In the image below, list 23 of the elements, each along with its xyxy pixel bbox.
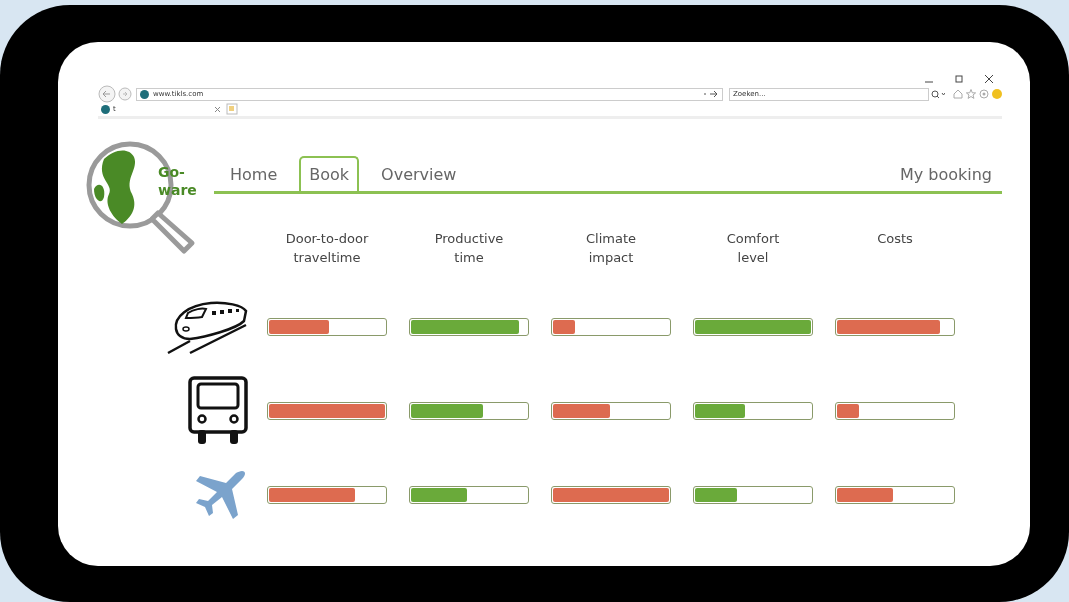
column-header: Comfort level bbox=[725, 230, 781, 267]
column-header: Productive time bbox=[433, 230, 505, 267]
nav-tab[interactable]: Overview bbox=[371, 156, 467, 191]
site-icon bbox=[101, 104, 110, 114]
nav-link[interactable]: My booking bbox=[889, 156, 1002, 191]
go-arrow-icon[interactable] bbox=[703, 90, 719, 98]
search-icon[interactable] bbox=[931, 90, 945, 98]
logo-text: Go- ware bbox=[158, 163, 197, 199]
restore-icon[interactable] bbox=[954, 74, 964, 84]
train-icon bbox=[166, 299, 248, 355]
column-header: Costs bbox=[876, 230, 914, 248]
bus-icon bbox=[188, 376, 248, 446]
column-header: Door-to-door traveltime bbox=[284, 230, 370, 267]
site-icon bbox=[140, 89, 149, 99]
star-icon[interactable] bbox=[966, 89, 976, 99]
back-icon[interactable] bbox=[98, 85, 116, 103]
home-icon[interactable] bbox=[953, 89, 963, 99]
forward-icon[interactable] bbox=[118, 87, 132, 101]
nav-tab[interactable]: Home bbox=[220, 156, 288, 191]
new-tab-icon[interactable] bbox=[226, 103, 238, 115]
column-header: Climate impact bbox=[585, 230, 637, 267]
close-icon[interactable] bbox=[984, 74, 994, 84]
nav-tab[interactable]: Book bbox=[299, 156, 360, 191]
